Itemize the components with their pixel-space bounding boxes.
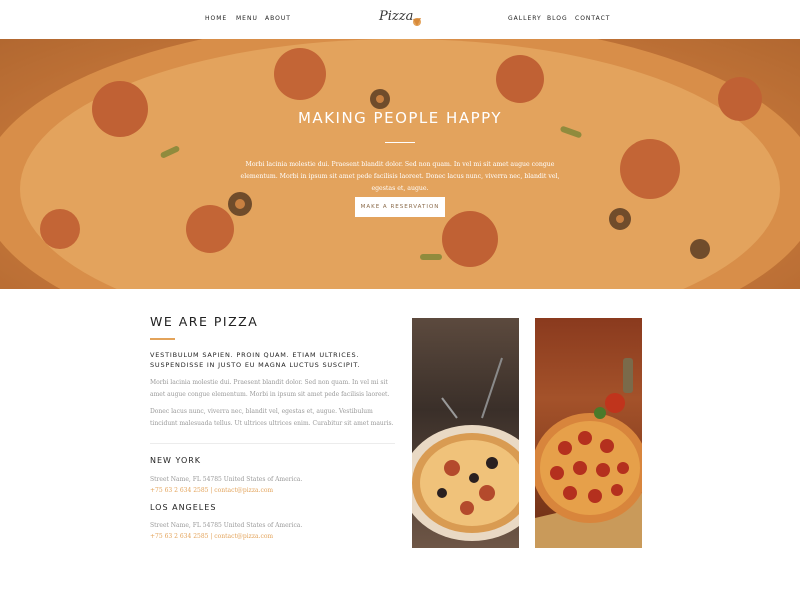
location-contact-los-angeles[interactable]: +75 63 2 634 2585 | contact@pizza.com [150, 533, 273, 540]
nav-about[interactable]: ABOUT [265, 15, 291, 22]
make-reservation-button[interactable]: MAKE A RESERVATION [355, 197, 445, 217]
hero-title: MAKING PEOPLE HAPPY [297, 109, 503, 127]
pizza-slice-icon [413, 18, 421, 26]
nav-home[interactable]: HOME [205, 15, 227, 22]
nav-blog[interactable]: BLOG [547, 15, 568, 22]
section-divider [150, 443, 395, 444]
pizza-photo-1 [412, 318, 519, 548]
nav-menu[interactable]: MENU [236, 15, 258, 22]
hero-text: Morbi lacinia molestie dui. Praesent bla… [240, 161, 560, 192]
hero-divider [385, 142, 415, 143]
about-paragraph-1: Morbi lacinia molestie dui. Praesent bla… [150, 379, 390, 398]
about-title: WE ARE PIZZA [150, 314, 259, 329]
nav-contact[interactable]: CONTACT [575, 15, 610, 22]
nav-gallery[interactable]: GALLERY [508, 15, 542, 22]
location-contact-new-york[interactable]: +75 63 2 634 2585 | contact@pizza.com [150, 487, 273, 494]
logo[interactable]: Pizza [379, 9, 423, 29]
top-nav: HOME MENU ABOUT Pizza GALLERY BLOG CONTA… [0, 0, 800, 39]
location-address-new-york: Street Name, FL 54785 United States of A… [150, 476, 303, 483]
about-paragraph-2: Donec lacus nunc, viverra nec, blandit v… [150, 408, 394, 427]
location-title-los-angeles: LOS ANGELES [150, 503, 217, 512]
pizza-photo-2 [535, 318, 642, 548]
location-address-los-angeles: Street Name, FL 54785 United States of A… [150, 522, 303, 529]
about-subtitle: VESTIBULUM SAPIEN. PROIN QUAM. ETIAM ULT… [150, 351, 361, 369]
hero-banner: MAKING PEOPLE HAPPY Morbi lacinia molest… [0, 39, 800, 289]
about-accent-rule [150, 338, 175, 340]
location-title-new-york: NEW YORK [150, 456, 202, 465]
logo-text: Pizza [379, 9, 414, 24]
